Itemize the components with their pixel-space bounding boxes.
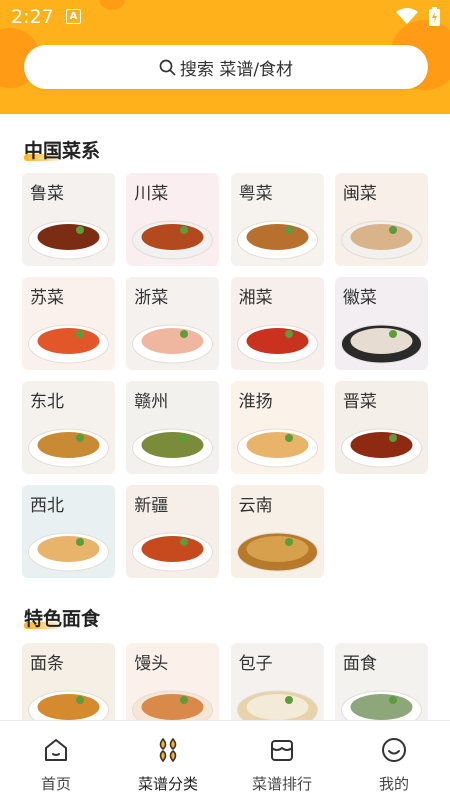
dish-image	[28, 220, 109, 260]
category-card-label: 浙菜	[134, 288, 169, 308]
category-card[interactable]: 东北	[22, 381, 115, 474]
dish-image	[340, 690, 422, 720]
nav-home[interactable]: 首页	[0, 721, 112, 798]
dish-image	[132, 220, 214, 260]
category-card-label: 包子	[238, 654, 273, 674]
nav-ranking[interactable]: 菜谱排行	[226, 721, 338, 798]
search-icon	[159, 59, 176, 75]
section-title-chinese-cuisine: 中国菜系	[24, 140, 101, 162]
dish-image	[236, 428, 318, 468]
category-card-label: 淮扬	[238, 392, 273, 412]
category-card[interactable]: 粤菜	[230, 173, 324, 266]
category-card-label: 闽菜	[342, 184, 377, 204]
category-content[interactable]: 中国菜系 鲁菜 川菜 粤菜 闽菜苏菜 浙菜 湘菜 徽菜东北 赣州 淮扬 晋菜西北 新疆 云南 特色面食…	[0, 114, 450, 720]
category-card-label: 新疆	[134, 496, 169, 516]
search-placeholder: 搜索 菜谱/食材	[179, 59, 294, 80]
dish-image	[236, 690, 318, 720]
section-title-noodles: 特色面食	[24, 608, 101, 630]
category-card-label: 东北	[30, 392, 64, 412]
dish-image	[28, 428, 109, 468]
dish-image	[236, 324, 318, 364]
dish-image	[132, 428, 214, 468]
category-card-label: 川菜	[134, 184, 169, 204]
category-card[interactable]: 西北	[22, 485, 115, 578]
category-card[interactable]: 淮扬	[230, 381, 324, 474]
category-card-label: 粤菜	[238, 184, 273, 204]
cuisine-grid: 鲁菜 川菜 粤菜 闽菜苏菜 浙菜 湘菜 徽菜东北 赣州 淮扬 晋菜西北 新疆 云南	[22, 173, 428, 578]
nav-ranking-label: 菜谱排行	[251, 775, 312, 793]
category-card[interactable]: 新疆	[126, 485, 220, 578]
category-card-label: 鲁菜	[30, 184, 64, 204]
category-card[interactable]: 面条	[22, 643, 115, 720]
dish-image	[132, 690, 214, 720]
category-card[interactable]: 苏菜	[22, 277, 115, 370]
dish-image	[28, 532, 109, 572]
ranking-icon	[271, 740, 293, 761]
category-card-label: 云南	[238, 496, 273, 516]
category-card[interactable]: 赣州	[126, 381, 220, 474]
category-card[interactable]: 徽菜	[334, 277, 428, 370]
category-card-label: 苏菜	[30, 288, 64, 308]
nav-profile-label: 我的	[378, 775, 409, 793]
noodle-grid: 面条 馒头 包子 面食	[22, 643, 428, 720]
nav-category-label: 菜谱分类	[137, 775, 198, 793]
category-icon	[159, 737, 177, 763]
notification-a-icon: A	[66, 9, 81, 24]
category-card[interactable]: 湘菜	[230, 277, 324, 370]
category-card[interactable]: 川菜	[126, 173, 220, 266]
bottom-nav: 首页 菜谱分类 菜谱排行 我的	[0, 720, 450, 798]
dish-image	[132, 532, 214, 572]
nav-category[interactable]: 菜谱分类	[112, 721, 224, 798]
dish-image	[236, 220, 318, 260]
dish-image	[340, 428, 422, 468]
dish-image	[236, 532, 318, 572]
search-bar[interactable]: 搜索 菜谱/食材	[24, 45, 428, 89]
category-card-label: 徽菜	[342, 288, 377, 308]
header: 2:27 A 搜索 菜谱/食材	[0, 0, 450, 114]
category-card[interactable]: 包子	[230, 643, 324, 720]
category-card[interactable]: 馒头	[126, 643, 220, 720]
category-card-label: 馒头	[134, 654, 169, 674]
nav-profile[interactable]: 我的	[338, 721, 450, 798]
dish-image	[340, 324, 422, 364]
status-bar: 2:27 A	[0, 0, 450, 34]
profile-icon	[382, 738, 406, 762]
category-card[interactable]: 闽菜	[334, 173, 428, 266]
nav-home-label: 首页	[40, 775, 71, 793]
dish-image	[28, 324, 109, 364]
category-card-label: 西北	[30, 496, 64, 516]
category-card[interactable]: 面食	[334, 643, 428, 720]
category-card[interactable]: 鲁菜	[22, 173, 115, 266]
home-icon	[45, 739, 67, 761]
category-card-label: 湘菜	[238, 288, 273, 308]
status-time: 2:27	[11, 6, 54, 28]
dish-image	[28, 690, 109, 720]
category-card[interactable]: 晋菜	[334, 381, 428, 474]
battery-icon	[429, 7, 440, 26]
category-card-label: 晋菜	[342, 392, 377, 412]
dish-image	[132, 324, 214, 364]
category-card[interactable]: 浙菜	[126, 277, 220, 370]
category-card-label: 面食	[342, 654, 377, 674]
category-card[interactable]: 云南	[230, 485, 324, 578]
wifi-icon	[396, 8, 418, 24]
category-card-label: 赣州	[134, 392, 169, 412]
dish-image	[340, 220, 422, 260]
category-card-label: 面条	[30, 654, 64, 674]
